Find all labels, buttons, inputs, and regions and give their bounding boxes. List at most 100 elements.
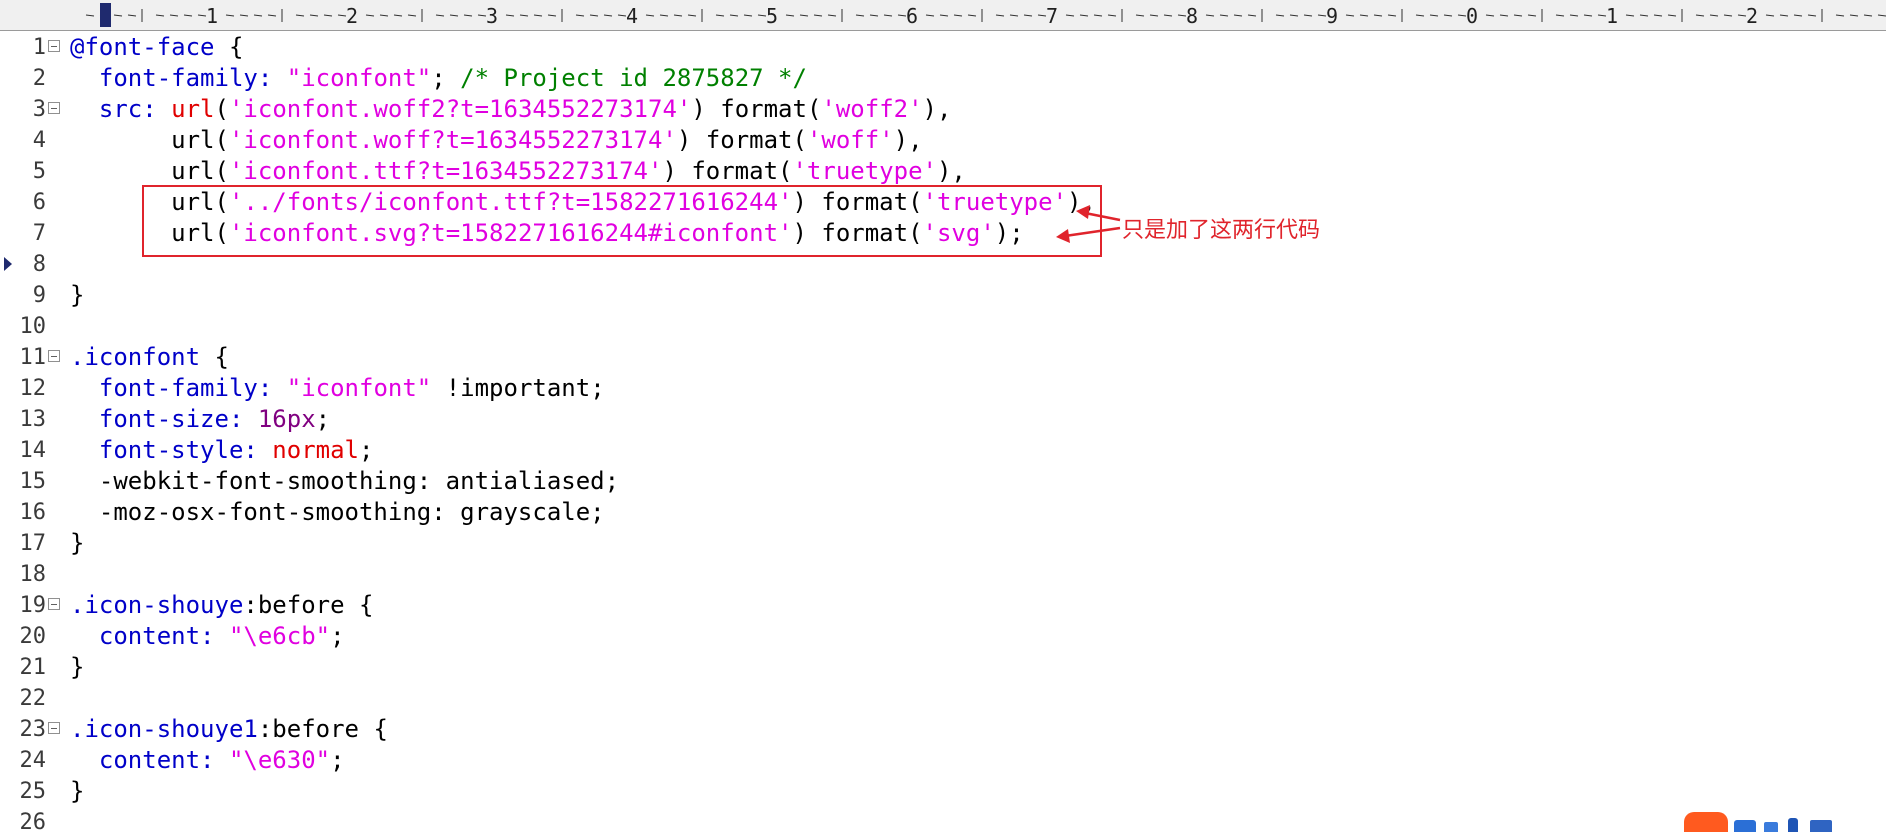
ruler-tick <box>1415 14 1425 17</box>
ruler-mark: 5 <box>766 4 778 28</box>
code-line[interactable]: 12 font-family: "iconfont" !important; <box>0 373 1886 404</box>
ruler-tick <box>267 14 277 17</box>
fold-toggle-icon[interactable] <box>48 102 60 114</box>
ruler-ticks: 1 2 3 4 5 6 7 8 9 0 1 2 <box>85 3 1886 28</box>
ruler-tick <box>225 14 235 17</box>
ruler-tick <box>925 14 935 17</box>
ruler-tick <box>1625 14 1635 17</box>
code-text: } <box>70 280 84 311</box>
ruler-tick <box>1037 14 1047 17</box>
code-line[interactable]: 25} <box>0 776 1886 807</box>
code-token: ) format( <box>691 95 822 123</box>
ruler-tick <box>1093 14 1103 17</box>
ruler-tick <box>85 14 95 17</box>
ruler-tick <box>617 14 627 17</box>
code-token: ), <box>936 157 966 185</box>
ruler-tick <box>729 14 739 17</box>
ruler-tick <box>757 14 767 17</box>
ruler-tick <box>575 14 585 17</box>
ruler-tick <box>1723 14 1733 17</box>
ruler-tick <box>309 14 319 17</box>
ruler-tick <box>239 14 249 17</box>
ruler-tick <box>603 14 613 17</box>
ruler-tick <box>1163 14 1173 17</box>
fold-toggle-icon[interactable] <box>48 350 60 362</box>
system-tray[interactable] <box>1680 810 1886 832</box>
ruler-tick <box>659 14 669 17</box>
ruler-tick <box>1877 14 1886 17</box>
ruler-tick <box>463 14 473 17</box>
code-line[interactable]: 15 -webkit-font-smoothing: antialiased; <box>0 466 1886 497</box>
code-token: 'iconfont.woff?t=1634552273174' <box>228 126 677 154</box>
code-line[interactable]: 2 font-family: "iconfont"; /* Project id… <box>0 63 1886 94</box>
sogou-ime-icon[interactable] <box>1680 810 1886 832</box>
fold-toggle-icon[interactable] <box>48 598 60 610</box>
ruler-tick <box>505 14 515 17</box>
code-token: ; <box>330 746 345 774</box>
code-editor[interactable]: 1 @font-face {2 font-family: "iconfont"; … <box>0 32 1886 832</box>
highlight-box <box>142 185 1102 257</box>
ruler-tick <box>673 14 683 17</box>
ruler-tick <box>197 14 207 17</box>
ruler-tick <box>365 14 375 17</box>
ruler-tick <box>1429 14 1439 17</box>
column-ruler: 1 2 3 4 5 6 7 8 9 0 1 2 <box>0 0 1886 31</box>
code-token: } <box>70 653 85 681</box>
code-line[interactable]: 14 font-style: normal; <box>0 435 1886 466</box>
code-line[interactable]: 1 @font-face { <box>0 32 1886 63</box>
ruler-tick <box>1275 14 1285 17</box>
code-line[interactable]: 10 <box>0 311 1886 342</box>
code-token: 'truetype' <box>792 157 937 185</box>
code-line[interactable]: 18 <box>0 559 1886 590</box>
line-number: 21 <box>19 655 47 680</box>
code-line[interactable]: 4 url('iconfont.woff?t=1634552273174') f… <box>0 125 1886 156</box>
code-token: } <box>70 777 85 805</box>
code-text: content: "\e630"; <box>70 745 345 776</box>
ruler-tick <box>589 14 599 17</box>
ruler-tick <box>1023 14 1033 17</box>
code-line[interactable]: 23 .icon-shouye1:before { <box>0 714 1886 745</box>
line-number: 3 <box>32 97 46 122</box>
code-token: ( <box>214 95 229 123</box>
ruler-tick <box>169 14 179 17</box>
code-line[interactable]: 24 content: "\e630"; <box>0 745 1886 776</box>
code-token: @font-face <box>70 33 215 61</box>
ruler-tick <box>533 14 543 17</box>
code-text: font-family: "iconfont"; /* Project id 2… <box>70 63 807 94</box>
code-line[interactable]: 16 -moz-osx-font-smoothing: grayscale; <box>0 497 1886 528</box>
code-line[interactable]: 26 <box>0 807 1886 832</box>
code-token: url <box>171 95 215 123</box>
code-line[interactable]: 19 .icon-shouye:before { <box>0 590 1886 621</box>
code-token: .iconfont <box>70 343 201 371</box>
code-token: ; <box>431 64 461 92</box>
ruler-tick <box>1639 14 1649 17</box>
code-line[interactable]: 17} <box>0 528 1886 559</box>
code-token: font-size: <box>70 405 258 433</box>
ruler-tick <box>1527 14 1537 17</box>
ruler-tick <box>897 14 907 17</box>
ruler-tick <box>1373 14 1383 17</box>
line-number: 12 <box>19 376 47 401</box>
code-line[interactable]: 9} <box>0 280 1886 311</box>
code-line[interactable]: 3 src: url('iconfont.woff2?t=16345522731… <box>0 94 1886 125</box>
code-line[interactable]: 20 content: "\e6cb"; <box>0 621 1886 652</box>
code-line[interactable]: 13 font-size: 16px; <box>0 404 1886 435</box>
code-line[interactable]: 11 .iconfont { <box>0 342 1886 373</box>
code-token: /* Project id 2875827 */ <box>460 64 807 92</box>
ruler-tick <box>1387 14 1397 17</box>
fold-toggle-icon[interactable] <box>48 40 60 52</box>
line-number: 18 <box>19 562 47 587</box>
ruler-tick <box>1303 14 1313 17</box>
fold-toggle-icon[interactable] <box>48 722 60 734</box>
code-text: font-family: "iconfont" !important; <box>70 373 605 404</box>
code-line[interactable]: 5 url('iconfont.ttf?t=1634552273174') fo… <box>0 156 1886 187</box>
line-number: 13 <box>19 407 47 432</box>
code-line[interactable]: 22 <box>0 683 1886 714</box>
ruler-tick <box>1485 14 1495 17</box>
ruler-tick <box>967 14 977 17</box>
ruler-tick <box>1219 14 1229 17</box>
code-token: normal <box>272 436 359 464</box>
line-number: 15 <box>19 469 47 494</box>
code-line[interactable]: 21} <box>0 652 1886 683</box>
code-token: ; <box>359 436 374 464</box>
